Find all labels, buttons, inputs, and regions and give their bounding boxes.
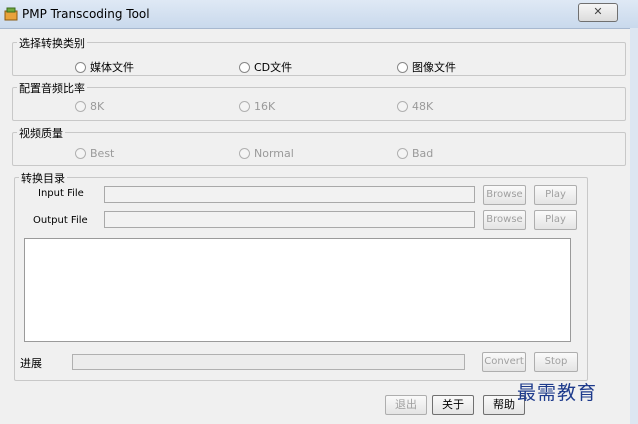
radio-label: 8K (90, 100, 105, 113)
radio-normal[interactable]: Normal (239, 147, 294, 160)
radio-label: 媒体文件 (90, 61, 134, 74)
close-button[interactable]: ✕ (578, 3, 618, 22)
radio-dot (239, 61, 250, 73)
radio-label: Best (90, 147, 115, 160)
radio-dot (75, 101, 86, 112)
category-group: 选择转换类别 媒体文件 CD文件 图像文件 (12, 35, 626, 76)
video-quality-group: 视频质量 Best Normal Bad (12, 125, 626, 166)
input-play-button[interactable]: Play (534, 185, 577, 205)
progress-bar (72, 354, 465, 370)
convert-directory-group-label: 转换目录 (19, 170, 67, 186)
radio-48k[interactable]: 48K (397, 100, 433, 113)
input-file-field[interactable] (104, 186, 475, 203)
input-browse-button[interactable]: Browse (483, 185, 526, 205)
radio-best[interactable]: Best (75, 147, 114, 160)
radio-16k[interactable]: 16K (239, 100, 275, 113)
radio-dot (75, 148, 86, 159)
window-border (630, 28, 638, 424)
radio-label: Normal (254, 147, 294, 160)
radio-label: CD文件 (254, 61, 293, 74)
audio-rate-group: 配置音频比率 8K 16K 48K (12, 80, 626, 121)
radio-image-file[interactable]: 图像文件 (397, 59, 456, 75)
exit-button[interactable]: 退出 (385, 395, 427, 415)
output-play-button[interactable]: Play (534, 210, 577, 230)
output-file-field[interactable] (104, 211, 475, 228)
radio-dot (397, 101, 408, 112)
radio-label: 图像文件 (412, 61, 456, 74)
output-file-label: Output File (33, 215, 88, 226)
input-file-label: Input File (38, 188, 84, 199)
radio-dot (397, 148, 408, 159)
watermark: 最需教育 (517, 382, 598, 404)
radio-bad[interactable]: Bad (397, 147, 433, 160)
category-group-label: 选择转换类别 (17, 35, 87, 51)
video-quality-group-label: 视频质量 (17, 125, 65, 141)
radio-media-file[interactable]: 媒体文件 (75, 59, 134, 75)
log-text-area[interactable] (24, 238, 571, 342)
radio-label: 16K (254, 100, 276, 113)
radio-cd-file[interactable]: CD文件 (239, 59, 292, 75)
radio-dot (239, 101, 250, 112)
radio-dot (75, 61, 86, 73)
title-bar: PMP Transcoding Tool ✕ (0, 0, 638, 29)
radio-dot (239, 148, 250, 159)
audio-rate-group-label: 配置音频比率 (17, 80, 87, 96)
window-title: PMP Transcoding Tool (22, 7, 150, 21)
radio-label: Bad (412, 147, 434, 160)
radio-8k[interactable]: 8K (75, 100, 104, 113)
radio-label: 48K (412, 100, 434, 113)
stop-button[interactable]: Stop (534, 352, 578, 372)
app-icon (4, 7, 18, 21)
progress-label: 进展 (20, 357, 42, 370)
output-browse-button[interactable]: Browse (483, 210, 526, 230)
convert-button[interactable]: Convert (482, 352, 526, 372)
radio-dot (397, 61, 408, 73)
about-button[interactable]: 关于 (432, 395, 474, 415)
